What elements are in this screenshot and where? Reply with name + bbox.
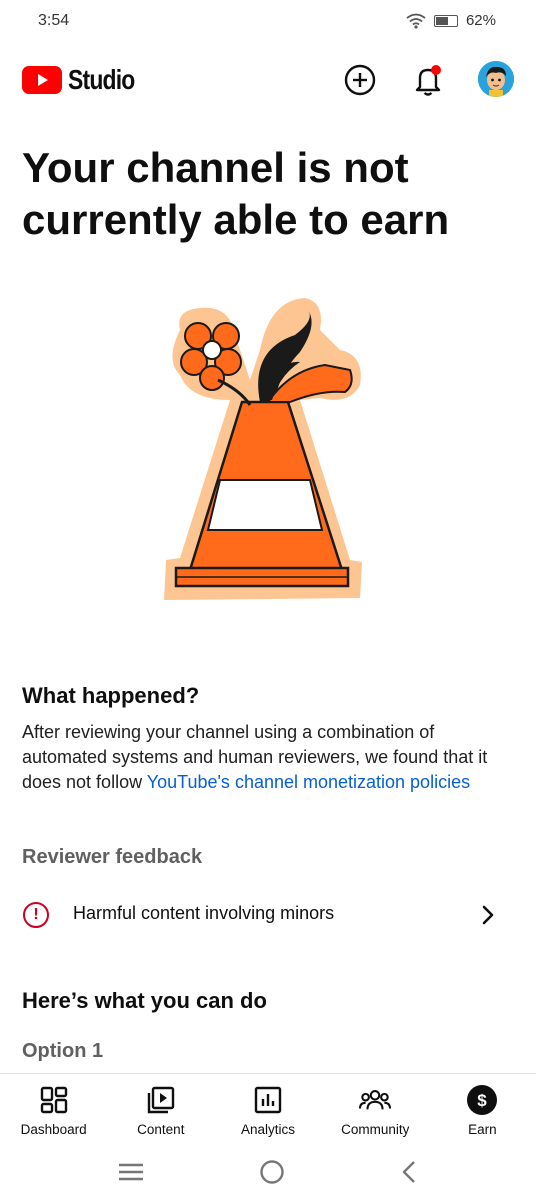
earn-icon: $: [467, 1085, 498, 1115]
nav-label-analytics: Analytics: [240, 1122, 296, 1137]
nav-item-earn[interactable]: $ Earn: [429, 1074, 536, 1143]
create-icon: [344, 64, 376, 96]
what-happened-body: After reviewing your channel using a com…: [22, 720, 512, 795]
community-icon: [359, 1090, 392, 1110]
traffic-cone-icon: [164, 298, 362, 600]
youtube-logo-icon: [22, 66, 62, 94]
logo-text: Studio: [68, 64, 135, 95]
recents-icon[interactable]: [117, 1161, 145, 1183]
nav-item-analytics[interactable]: Analytics: [214, 1074, 321, 1143]
alert-icon: !: [23, 902, 49, 928]
home-icon[interactable]: [259, 1159, 285, 1185]
status-bar: 3:54 62%: [0, 0, 536, 44]
battery-fill: [435, 16, 448, 25]
chevron-right-icon: [482, 905, 494, 925]
wifi-icon: [406, 13, 426, 29]
avatar-cartoon-icon: [478, 61, 514, 97]
feedback-item[interactable]: ! Harmful content involving minors: [0, 890, 536, 940]
what-you-can-do-title: Here’s what you can do: [22, 988, 267, 1013]
status-indicators: 62%: [406, 12, 496, 29]
reviewer-feedback-title: Reviewer feedback: [22, 846, 203, 868]
nav-item-community[interactable]: Community: [322, 1074, 429, 1143]
monetization-policies-link[interactable]: YouTube's channel monetization policies: [147, 772, 470, 792]
nav-item-content[interactable]: Content: [107, 1074, 214, 1143]
status-time: 3:54: [38, 12, 70, 29]
svg-text:$: $: [478, 1091, 488, 1110]
system-navigation-bar: [0, 1143, 536, 1200]
traffic-cone-illustration: [150, 290, 380, 610]
bottom-navigation: Dashboard Content Analytics Community $ …: [0, 1073, 536, 1143]
app-bar: Studio: [0, 56, 536, 104]
dashboard-icon: [40, 1086, 67, 1114]
nav-label-community: Community: [341, 1122, 410, 1137]
what-happened-title: What happened?: [22, 683, 200, 708]
youtube-studio-logo[interactable]: Studio: [22, 64, 149, 96]
nav-label-dashboard: Dashboard: [20, 1122, 87, 1137]
notifications-icon: [415, 65, 441, 96]
option-label: Option 1: [22, 1040, 104, 1062]
feedback-item-label: Harmful content involving minors: [73, 903, 335, 923]
back-icon[interactable]: [399, 1159, 419, 1185]
nav-item-dashboard[interactable]: Dashboard: [0, 1074, 107, 1143]
page-title: Your channel is not currently able to ea…: [22, 144, 450, 243]
notification-dot: [431, 65, 441, 75]
content-icon: [147, 1086, 174, 1114]
battery-icon: [433, 14, 458, 27]
create-button[interactable]: [342, 62, 378, 98]
nav-label-content: Content: [137, 1122, 185, 1137]
battery-percent: 62%: [465, 12, 496, 29]
nav-label-earn: Earn: [468, 1122, 497, 1137]
notifications-button[interactable]: [410, 62, 446, 98]
analytics-icon: [254, 1086, 282, 1114]
avatar[interactable]: [478, 61, 514, 97]
